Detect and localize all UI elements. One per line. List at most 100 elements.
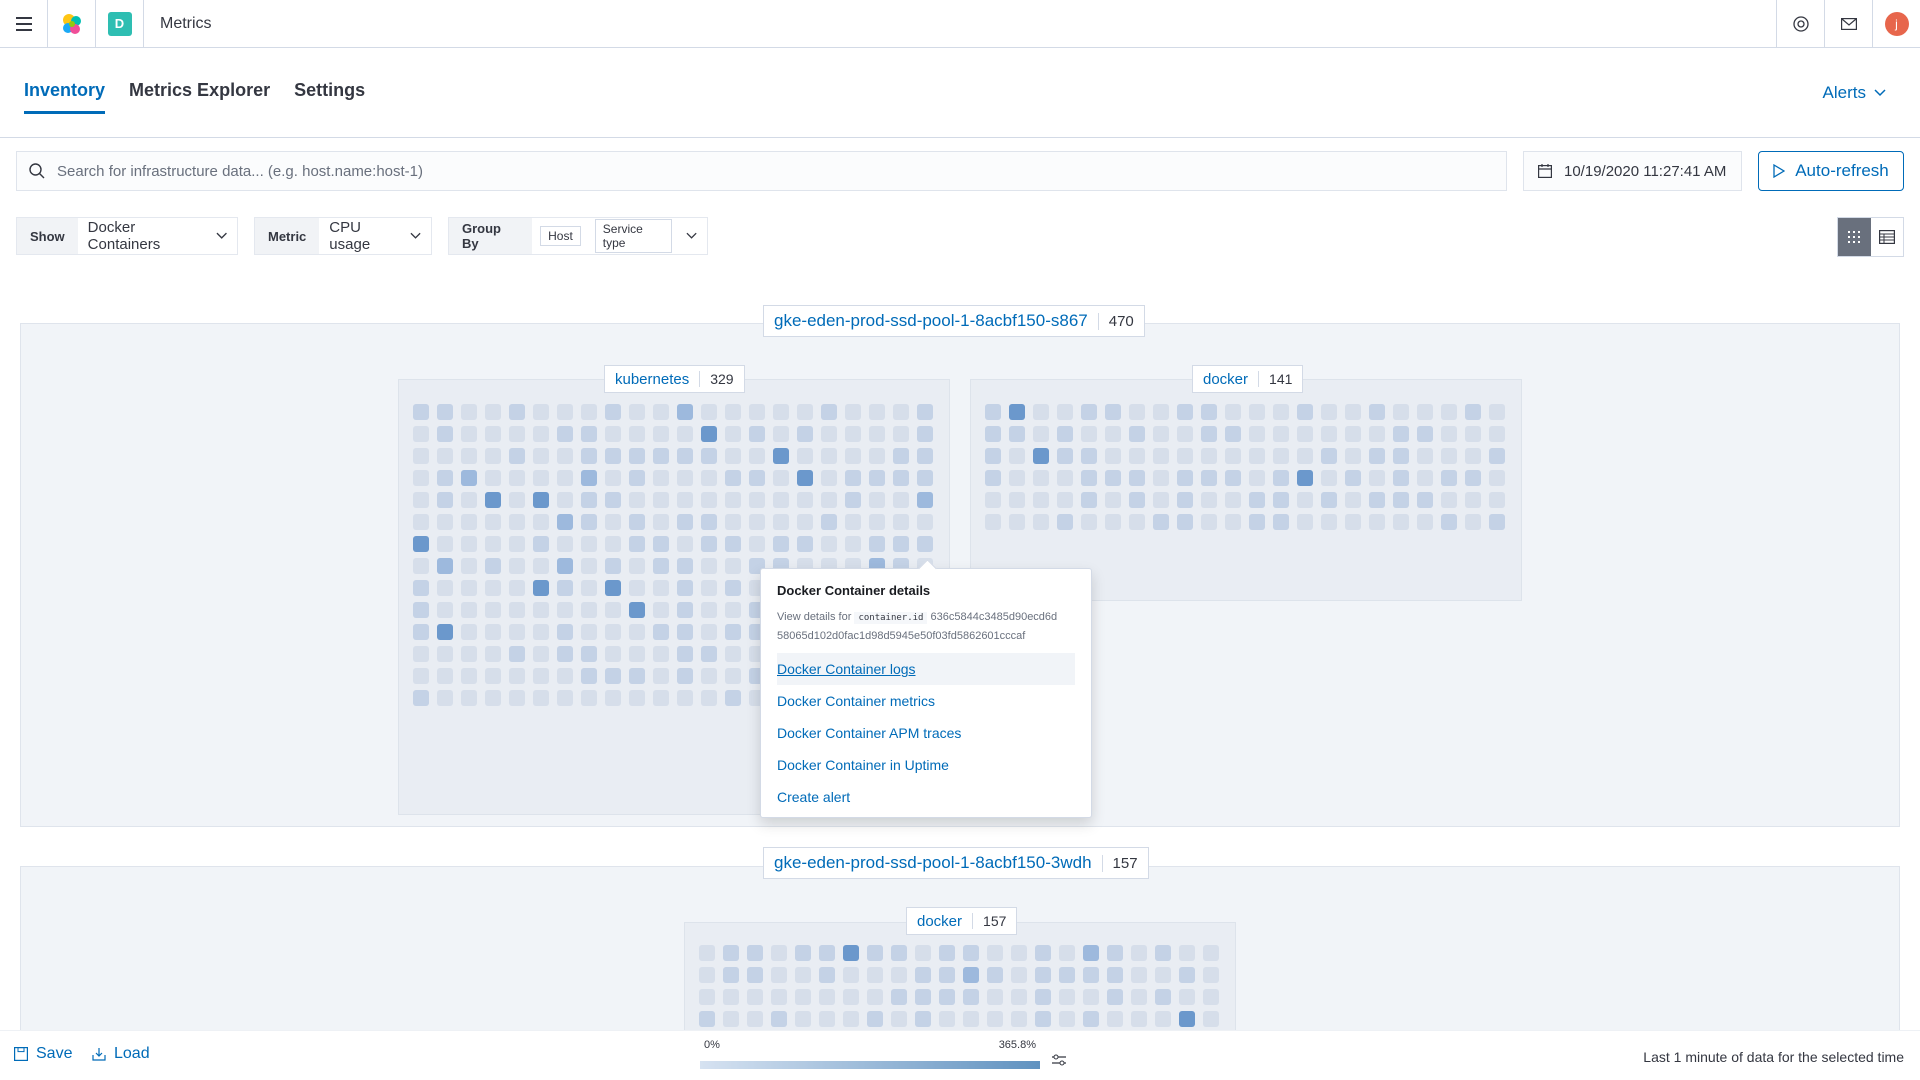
- container-tile[interactable]: [723, 989, 739, 1005]
- container-tile[interactable]: [581, 536, 597, 552]
- space-selector[interactable]: D: [96, 0, 144, 48]
- container-tile[interactable]: [1035, 989, 1051, 1005]
- container-tile[interactable]: [1131, 967, 1147, 983]
- container-tile[interactable]: [461, 690, 477, 706]
- container-tile[interactable]: [845, 448, 861, 464]
- container-tile[interactable]: [557, 580, 573, 596]
- container-tile[interactable]: [413, 558, 429, 574]
- container-tile[interactable]: [1129, 448, 1145, 464]
- container-tile[interactable]: [509, 492, 525, 508]
- container-tile[interactable]: [1249, 448, 1265, 464]
- container-tile[interactable]: [845, 536, 861, 552]
- container-tile[interactable]: [485, 558, 501, 574]
- container-tile[interactable]: [1441, 514, 1457, 530]
- container-tile[interactable]: [1465, 514, 1481, 530]
- container-tile[interactable]: [1179, 967, 1195, 983]
- container-tile[interactable]: [985, 426, 1001, 442]
- container-tile[interactable]: [677, 580, 693, 596]
- container-tile[interactable]: [1059, 945, 1075, 961]
- container-tile[interactable]: [653, 602, 669, 618]
- container-tile[interactable]: [1033, 492, 1049, 508]
- container-tile[interactable]: [1297, 470, 1313, 486]
- container-tile[interactable]: [1059, 967, 1075, 983]
- metric-filter[interactable]: Metric CPU usage: [254, 217, 432, 255]
- container-tile[interactable]: [725, 404, 741, 420]
- container-tile[interactable]: [581, 470, 597, 486]
- container-tile[interactable]: [509, 448, 525, 464]
- container-tile[interactable]: [1107, 945, 1123, 961]
- container-tile[interactable]: [653, 668, 669, 684]
- container-tile[interactable]: [821, 404, 837, 420]
- container-tile[interactable]: [485, 580, 501, 596]
- container-tile[interactable]: [773, 404, 789, 420]
- container-tile[interactable]: [557, 668, 573, 684]
- legend-options-button[interactable]: [1052, 1053, 1066, 1071]
- container-tile[interactable]: [1273, 404, 1289, 420]
- container-tile[interactable]: [797, 448, 813, 464]
- container-tile[interactable]: [533, 580, 549, 596]
- container-tile[interactable]: [749, 404, 765, 420]
- container-tile[interactable]: [1057, 448, 1073, 464]
- container-tile[interactable]: [701, 690, 717, 706]
- container-tile[interactable]: [1177, 470, 1193, 486]
- container-tile[interactable]: [629, 624, 645, 640]
- container-tile[interactable]: [869, 514, 885, 530]
- container-tile[interactable]: [533, 470, 549, 486]
- container-tile[interactable]: [677, 558, 693, 574]
- container-tile[interactable]: [893, 448, 909, 464]
- tab-metrics-explorer[interactable]: Metrics Explorer: [129, 80, 270, 114]
- container-tile[interactable]: [819, 989, 835, 1005]
- container-logs-link[interactable]: Docker Container logs: [777, 653, 1075, 685]
- container-tile[interactable]: [1011, 989, 1027, 1005]
- container-tile[interactable]: [485, 668, 501, 684]
- container-tile[interactable]: [725, 514, 741, 530]
- container-tile[interactable]: [701, 646, 717, 662]
- container-tile[interactable]: [701, 602, 717, 618]
- container-tile[interactable]: [893, 514, 909, 530]
- container-tile[interactable]: [1035, 945, 1051, 961]
- container-tile[interactable]: [1369, 492, 1385, 508]
- container-tile[interactable]: [1489, 448, 1505, 464]
- map-view-button[interactable]: [1838, 218, 1871, 256]
- container-tile[interactable]: [605, 602, 621, 618]
- container-tile[interactable]: [1417, 514, 1433, 530]
- container-tile[interactable]: [533, 624, 549, 640]
- help-button[interactable]: [1776, 0, 1824, 48]
- container-tile[interactable]: [1009, 492, 1025, 508]
- container-tile[interactable]: [485, 602, 501, 618]
- container-tile[interactable]: [821, 470, 837, 486]
- container-tile[interactable]: [867, 1011, 883, 1027]
- container-tile[interactable]: [1009, 426, 1025, 442]
- container-tile[interactable]: [533, 602, 549, 618]
- container-tile[interactable]: [701, 536, 717, 552]
- container-tile[interactable]: [869, 404, 885, 420]
- container-tile[interactable]: [461, 580, 477, 596]
- container-tile[interactable]: [725, 668, 741, 684]
- container-tile[interactable]: [605, 558, 621, 574]
- container-tile[interactable]: [1105, 448, 1121, 464]
- container-tile[interactable]: [461, 624, 477, 640]
- container-tile[interactable]: [1489, 426, 1505, 442]
- container-tile[interactable]: [1083, 967, 1099, 983]
- container-tile[interactable]: [533, 536, 549, 552]
- container-tile[interactable]: [605, 404, 621, 420]
- container-tile[interactable]: [437, 404, 453, 420]
- container-tile[interactable]: [893, 536, 909, 552]
- host-group-label[interactable]: gke-eden-prod-ssd-pool-1-8acbf150-3wdh 1…: [763, 847, 1149, 879]
- container-tile[interactable]: [557, 536, 573, 552]
- container-tile[interactable]: [1225, 404, 1241, 420]
- load-button[interactable]: Load: [92, 1045, 150, 1063]
- container-tile[interactable]: [985, 404, 1001, 420]
- container-tile[interactable]: [605, 536, 621, 552]
- container-tile[interactable]: [557, 624, 573, 640]
- container-tile[interactable]: [1297, 404, 1313, 420]
- container-tile[interactable]: [1009, 448, 1025, 464]
- container-tile[interactable]: [1131, 1011, 1147, 1027]
- container-tile[interactable]: [845, 404, 861, 420]
- container-tile[interactable]: [1153, 492, 1169, 508]
- container-tile[interactable]: [1417, 404, 1433, 420]
- container-tile[interactable]: [1393, 426, 1409, 442]
- container-tile[interactable]: [867, 989, 883, 1005]
- container-tile[interactable]: [1489, 470, 1505, 486]
- container-tile[interactable]: [509, 536, 525, 552]
